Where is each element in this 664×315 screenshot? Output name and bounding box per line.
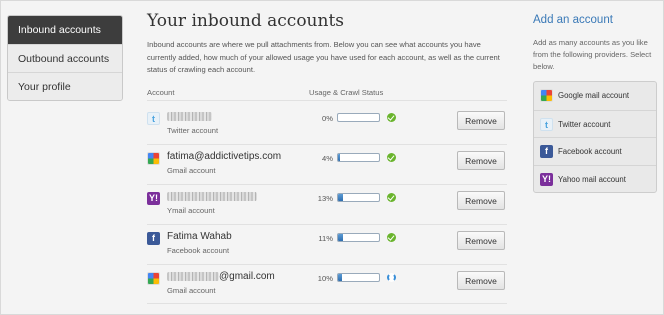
provider-google-mail[interactable]: Google mail account — [534, 82, 656, 110]
twitter-icon: t — [147, 112, 160, 125]
account-row: t Twitter account 0% Remove — [147, 109, 507, 149]
crawl-ok-icon — [387, 153, 396, 162]
provider-label: Facebook account — [558, 147, 622, 156]
account-name: fatima@addictivetips.com — [167, 151, 282, 162]
account-row: Y! Ymail account 13% Remove — [147, 189, 507, 229]
gmail-icon — [540, 89, 553, 102]
provider-label: Twitter account — [558, 119, 611, 129]
row-divider — [147, 144, 507, 145]
facebook-icon: f — [540, 145, 553, 158]
remove-button[interactable]: Remove — [457, 151, 505, 170]
account-type: Gmail account — [167, 166, 216, 175]
provider-yahoo-mail[interactable]: Y! Yahoo mail account — [534, 164, 656, 193]
usage-percent: 11% — [318, 234, 333, 243]
usage-bar-fill — [338, 154, 340, 161]
sidebar-nav: Inbound accounts Outbound accounts Your … — [7, 15, 123, 101]
usage-bar — [337, 193, 380, 202]
account-name-blurred — [167, 111, 212, 122]
remove-button[interactable]: Remove — [457, 111, 505, 130]
crawl-ok-icon — [387, 193, 396, 202]
account-name-suffix: @gmail.com — [219, 271, 275, 282]
provider-label: Google mail account — [558, 91, 630, 100]
twitter-icon: t — [540, 117, 553, 131]
usage-bar — [337, 273, 380, 282]
provider-label: Yahoo mail account — [558, 174, 626, 184]
account-type: Gmail account — [167, 286, 216, 295]
usage-percent: 13% — [317, 194, 333, 203]
row-divider — [147, 224, 507, 225]
sidebar-item-inbound-accounts[interactable]: Inbound accounts — [8, 16, 122, 44]
gmail-icon — [147, 152, 160, 165]
usage-percent: 10% — [317, 274, 333, 283]
account-name: @gmail.com — [167, 271, 275, 282]
row-divider — [147, 303, 507, 304]
usage-bar-fill — [338, 234, 343, 241]
facebook-icon: f — [147, 232, 160, 245]
yahoo-icon: Y! — [540, 172, 553, 186]
account-row: f Fatima Wahab Facebook account 11% Remo… — [147, 229, 507, 269]
usage-bar-fill — [338, 274, 343, 281]
provider-facebook[interactable]: f Facebook account — [534, 137, 656, 165]
account-type: Facebook account — [167, 246, 230, 255]
account-type: Twitter account — [167, 126, 219, 135]
header-divider — [147, 100, 507, 101]
provider-list: Google mail account t Twitter account f … — [533, 81, 657, 193]
sidebar-item-outbound-accounts[interactable]: Outbound accounts — [8, 44, 122, 72]
account-row: fatima@addictivetips.com Gmail account 4… — [147, 149, 507, 189]
crawl-ok-icon — [387, 113, 396, 122]
remove-button[interactable]: Remove — [457, 191, 505, 210]
usage-bar — [337, 233, 380, 242]
row-divider — [147, 184, 507, 185]
column-header-usage: Usage & Crawl Status — [309, 88, 384, 97]
add-account-description: Add as many accounts as you like from th… — [533, 38, 652, 71]
crawl-ok-icon — [387, 233, 396, 242]
usage-bar — [337, 153, 380, 162]
usage-percent: 0% — [322, 114, 333, 123]
crawl-syncing-icon — [387, 273, 396, 282]
provider-twitter[interactable]: t Twitter account — [534, 109, 656, 138]
gmail-icon — [147, 272, 160, 285]
add-account-title: Add an account — [533, 14, 613, 26]
remove-button[interactable]: Remove — [457, 271, 505, 290]
account-type: Ymail account — [167, 206, 215, 215]
column-header-account: Account — [147, 88, 175, 97]
page-title: Your inbound accounts — [147, 11, 345, 31]
sidebar-item-your-profile[interactable]: Your profile — [8, 72, 122, 100]
app-frame: Inbound accounts Outbound accounts Your … — [0, 0, 664, 315]
row-divider — [147, 264, 507, 265]
usage-bar — [337, 113, 380, 122]
usage-percent: 4% — [322, 154, 333, 163]
remove-button[interactable]: Remove — [457, 231, 505, 250]
account-name-blurred — [167, 191, 257, 202]
usage-bar-fill — [338, 194, 344, 201]
account-name: Fatima Wahab — [167, 231, 232, 242]
page-description: Inbound accounts are where we pull attac… — [147, 40, 500, 74]
yahoo-icon: Y! — [147, 192, 160, 205]
